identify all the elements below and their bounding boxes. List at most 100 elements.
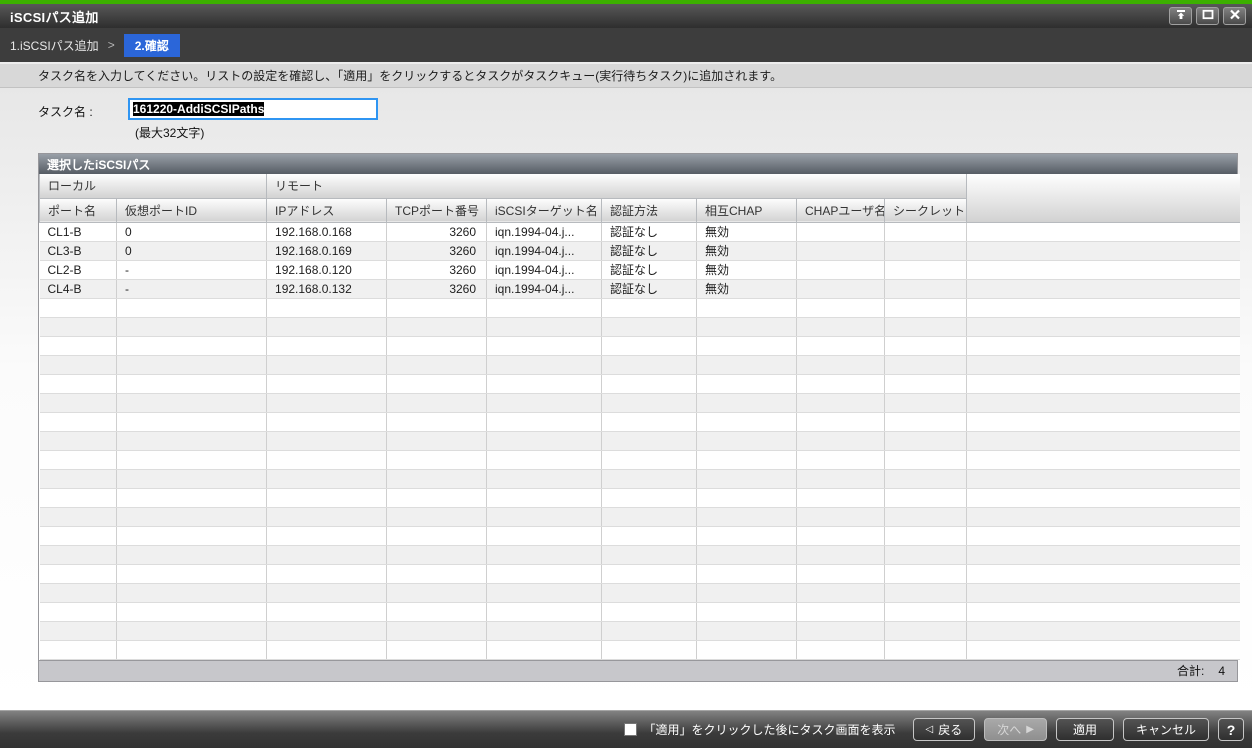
table-row-empty	[39, 336, 1240, 356]
cell-chap-user	[796, 222, 886, 242]
cell-iscsi-target-name: iqn.1994-04.j...	[486, 222, 603, 242]
cell-port-name: CL4-B	[39, 279, 117, 299]
apply-button[interactable]: 適用	[1055, 718, 1114, 741]
table-row-empty	[39, 412, 1240, 432]
table-row-empty	[39, 564, 1240, 584]
window-rollup-button[interactable]	[1169, 7, 1192, 25]
help-button[interactable]: ?	[1218, 718, 1244, 741]
col-header-auth-method[interactable]: 認証方法	[601, 198, 698, 223]
rollup-icon	[1175, 7, 1187, 25]
cell-secret	[884, 279, 968, 299]
table-row-empty	[39, 640, 1240, 660]
bottom-action-bar: 「適用」をクリックした後にタスク画面を表示 ◁ 戻る 次へ ▶ 適用 キャンセル…	[0, 710, 1252, 748]
show-task-screen-checkbox[interactable]	[623, 723, 637, 736]
col-header-mutual-chap[interactable]: 相互CHAP	[696, 198, 798, 223]
cell-ip-address: 192.168.0.168	[266, 222, 388, 242]
table-group-header-row: ローカル リモート	[38, 174, 1240, 223]
next-button[interactable]: 次へ ▶	[984, 718, 1047, 741]
window-controls	[1169, 7, 1246, 25]
group-header-local: ローカル	[38, 174, 268, 199]
cell-ip-address: 192.168.0.120	[266, 260, 388, 280]
cell-mutual-chap: 無効	[696, 241, 798, 261]
back-button-label: 戻る	[938, 723, 963, 737]
cancel-button-label: キャンセル	[1135, 723, 1196, 737]
next-arrow-icon: ▶	[1026, 723, 1034, 735]
main-content: タスク名 : 161220-AddiSCSIPaths (最大32文字) 選択し…	[0, 88, 1252, 710]
cell-mutual-chap: 無効	[696, 260, 798, 280]
total-value: 4	[1218, 663, 1225, 678]
cell-filler	[966, 279, 1240, 299]
cell-auth-method: 認証なし	[601, 241, 698, 261]
cell-iscsi-target-name: iqn.1994-04.j...	[486, 279, 603, 299]
group-header-remote: リモート	[266, 174, 968, 199]
cell-tcp-port: 3260	[386, 222, 488, 242]
selected-iscsi-paths-table: 選択したiSCSIパス ローカル リモート ポート名 仮想ポートID IPアドレ…	[38, 153, 1240, 682]
help-icon: ?	[1226, 721, 1236, 738]
col-header-port-name[interactable]: ポート名	[39, 198, 117, 223]
show-task-screen-label: 「適用」をクリックした後にタスク画面を表示	[643, 723, 896, 737]
cancel-button[interactable]: キャンセル	[1122, 718, 1209, 741]
table-row-empty	[39, 507, 1240, 527]
table-row-empty	[39, 469, 1240, 489]
table-row-empty	[39, 450, 1240, 470]
wizard-step-2-active: 2.確認	[123, 33, 180, 57]
cell-virtual-port-id: 0	[116, 241, 268, 261]
cell-tcp-port: 3260	[386, 260, 488, 280]
task-name-label: タスク名 :	[38, 105, 93, 119]
cell-iscsi-target-name: iqn.1994-04.j...	[486, 241, 603, 261]
cell-secret	[884, 241, 968, 261]
cell-virtual-port-id: -	[116, 260, 268, 280]
table-row-empty	[39, 355, 1240, 375]
table-body: CL1-B 0 192.168.0.168 3260 iqn.1994-04.j…	[39, 222, 1240, 660]
task-name-row: タスク名 : 161220-AddiSCSIPaths	[38, 98, 1238, 120]
window-close-button[interactable]	[1223, 7, 1246, 25]
table-row-empty	[39, 298, 1240, 318]
col-header-iscsi-target-name[interactable]: iSCSIターゲット名	[486, 198, 603, 223]
wizard-step-1: 1.iSCSIパス追加	[10, 38, 99, 53]
col-header-secret[interactable]: シークレット	[884, 198, 968, 223]
cell-secret	[884, 260, 968, 280]
cell-ip-address: 192.168.0.169	[266, 241, 388, 261]
table-row-empty	[39, 393, 1240, 413]
cell-ip-address: 192.168.0.132	[266, 279, 388, 299]
table-row-empty	[39, 602, 1240, 622]
table-row[interactable]: CL1-B 0 192.168.0.168 3260 iqn.1994-04.j…	[39, 222, 1240, 242]
cell-mutual-chap: 無効	[696, 279, 798, 299]
cell-chap-user	[796, 260, 886, 280]
table-row-empty	[39, 317, 1240, 337]
cell-virtual-port-id: -	[116, 279, 268, 299]
table-footer: 合計: 4	[39, 659, 1237, 681]
breadcrumb-separator-icon: >	[107, 38, 115, 52]
maximize-icon	[1202, 7, 1214, 25]
cell-auth-method: 認証なし	[601, 222, 698, 242]
cell-port-name: CL3-B	[39, 241, 117, 261]
cell-chap-user	[796, 279, 886, 299]
table-row[interactable]: CL4-B - 192.168.0.132 3260 iqn.1994-04.j…	[39, 279, 1240, 299]
cell-filler	[966, 260, 1240, 280]
table-row-empty	[39, 583, 1240, 603]
col-header-tcp-port[interactable]: TCPポート番号	[386, 198, 488, 223]
col-header-virtual-port-id[interactable]: 仮想ポートID	[115, 198, 268, 223]
table-row-empty	[39, 621, 1240, 641]
task-name-value-selected: 161220-AddiSCSIPaths	[133, 102, 265, 116]
dialog-titlebar: iSCSIパス追加	[0, 4, 1252, 28]
dialog-title: iSCSIパス追加	[10, 9, 99, 25]
table-row[interactable]: CL3-B 0 192.168.0.169 3260 iqn.1994-04.j…	[39, 241, 1240, 261]
task-name-input[interactable]: 161220-AddiSCSIPaths	[128, 98, 378, 120]
group-header-filler	[966, 174, 1240, 223]
back-button[interactable]: ◁ 戻る	[912, 718, 976, 741]
col-header-chap-user[interactable]: CHAPユーザ名	[796, 198, 886, 223]
cell-port-name: CL2-B	[39, 260, 117, 280]
cell-tcp-port: 3260	[386, 279, 488, 299]
cell-mutual-chap: 無効	[696, 222, 798, 242]
cell-auth-method: 認証なし	[601, 279, 698, 299]
wizard-breadcrumb: 1.iSCSIパス追加 > 2.確認	[0, 28, 1252, 62]
cell-secret	[884, 222, 968, 242]
close-icon	[1229, 7, 1241, 25]
col-header-ip-address[interactable]: IPアドレス	[266, 198, 388, 223]
cell-auth-method: 認証なし	[601, 260, 698, 280]
table-row[interactable]: CL2-B - 192.168.0.120 3260 iqn.1994-04.j…	[39, 260, 1240, 280]
cell-filler	[966, 222, 1240, 242]
window-maximize-button[interactable]	[1196, 7, 1219, 25]
table-row-empty	[39, 431, 1240, 451]
